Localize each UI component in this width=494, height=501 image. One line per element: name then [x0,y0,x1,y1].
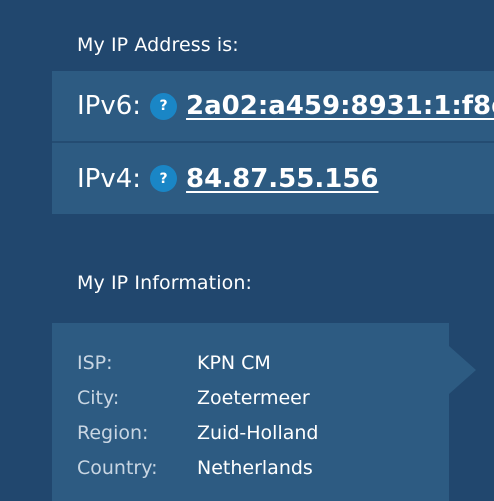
isp-value: KPN CM [197,352,271,374]
ipv6-address-link[interactable]: 2a02:a459:8931:1:f8dc:e [186,91,494,121]
ip-address-heading: My IP Address is: [77,34,239,56]
ipv6-help-icon[interactable]: ? [150,92,178,120]
ipv6-row: IPv6: ? 2a02:a459:8931:1:f8dc:e [52,71,494,141]
ipv4-row: IPv4: ? 84.87.55.156 [52,143,494,214]
info-panel-arrow-pointer [449,346,476,394]
info-row-region: Region: Zuid-Holland [77,422,318,444]
isp-label: ISP: [77,352,113,374]
country-label: Country: [77,457,158,479]
region-label: Region: [77,422,149,444]
info-row-country: Country: Netherlands [77,457,313,479]
ip-address-panel: IPv6: ? 2a02:a459:8931:1:f8dc:e IPv4: ? … [52,71,494,214]
city-value: Zoetermeer [197,387,310,409]
ip-information-panel: ISP: KPN CM City: Zoetermeer Region: Zui… [52,323,449,501]
region-value: Zuid-Holland [197,422,319,444]
ipv6-label: IPv6: [77,91,142,121]
ipv4-help-icon[interactable]: ? [150,165,178,192]
ip-information-heading: My IP Information: [77,272,252,294]
info-row-city: City: Zoetermeer [77,387,310,409]
ipv4-label: IPv4: [77,163,142,194]
city-label: City: [77,387,120,409]
country-value: Netherlands [197,457,313,479]
ipv4-address-link[interactable]: 84.87.55.156 [186,164,378,194]
info-row-isp: ISP: KPN CM [77,352,271,374]
